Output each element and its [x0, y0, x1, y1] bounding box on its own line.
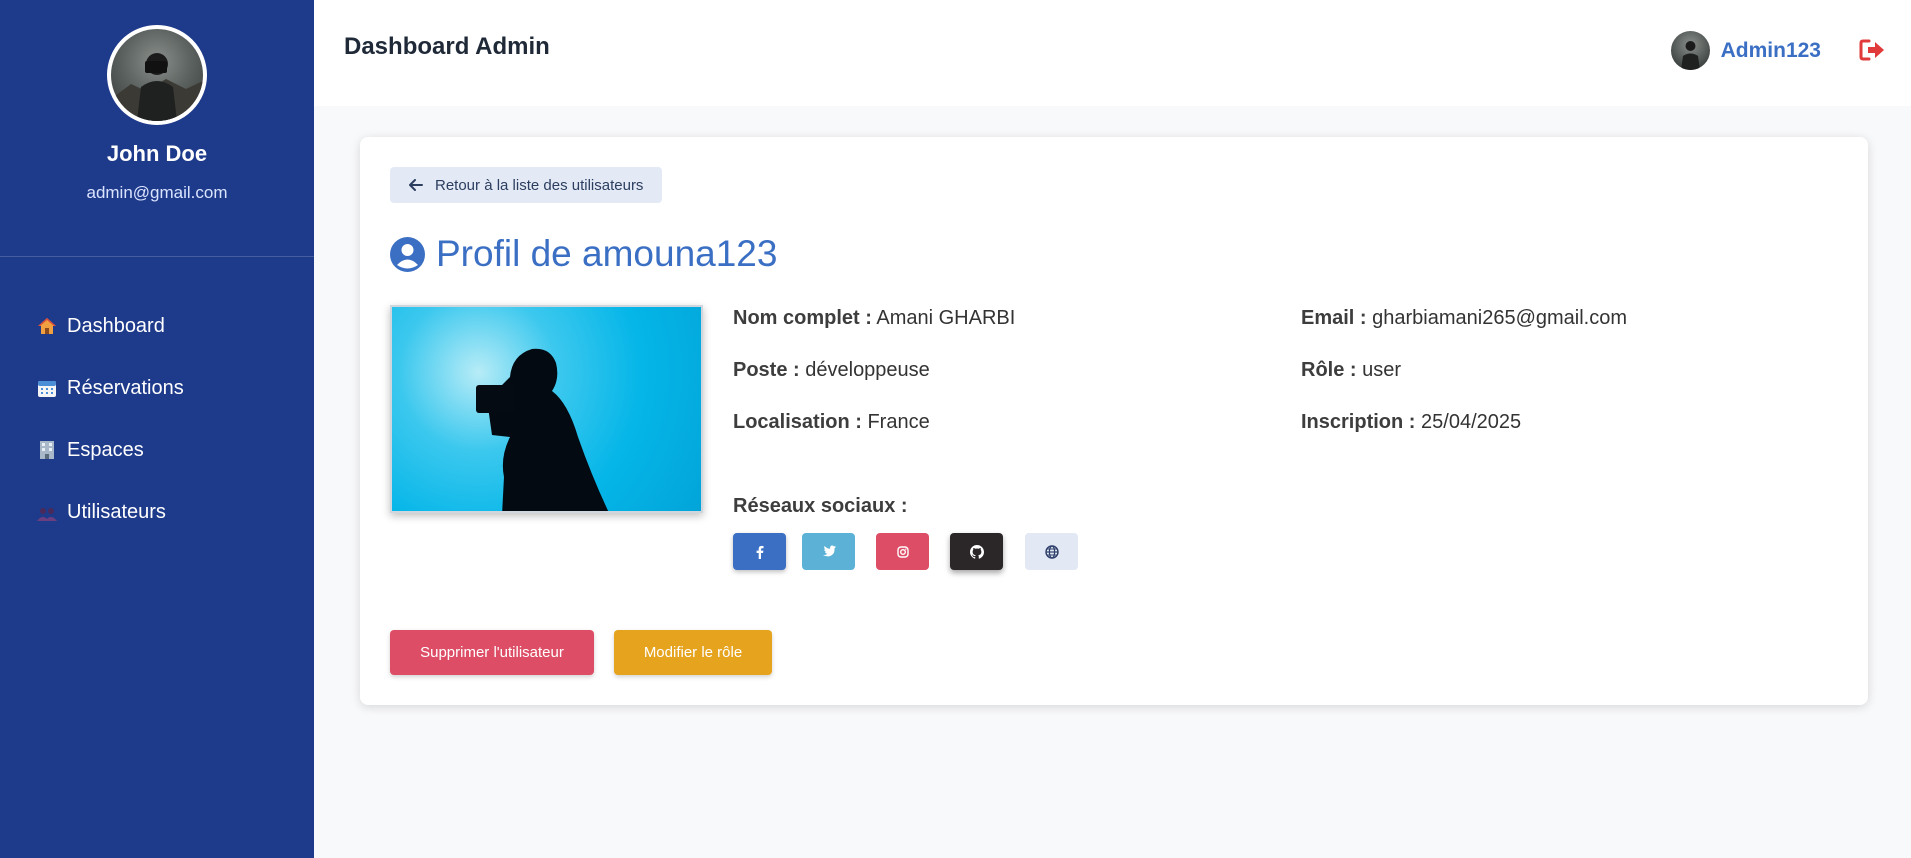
header-user[interactable]: Admin123: [1670, 31, 1821, 70]
sidebar-item-espaces[interactable]: Espaces: [0, 419, 314, 481]
instagram-icon: [896, 545, 909, 558]
users-icon: [37, 502, 57, 522]
page-title: Dashboard Admin: [344, 33, 550, 60]
sidebar-profile: John Doe admin@gmail.com: [0, 0, 314, 257]
back-to-users-button[interactable]: Retour à la liste des utilisateurs: [390, 167, 662, 203]
avatar: [107, 25, 207, 125]
field-label: Rôle :: [1301, 359, 1357, 381]
edit-role-button[interactable]: Modifier le rôle: [614, 630, 772, 675]
sidebar: John Doe admin@gmail.com Dashboard Réser…: [0, 0, 314, 858]
field-label: Localisation :: [733, 411, 862, 433]
profile-heading: Profil de amouna123: [390, 233, 777, 275]
field-registered: Inscription : 25/04/2025: [1301, 411, 1521, 434]
field-label: Poste :: [733, 359, 800, 381]
sidebar-item-label: Utilisateurs: [67, 500, 166, 523]
sidebar-item-label: Réservations: [67, 376, 184, 399]
user-circle-icon: [390, 236, 425, 272]
field-value: gharbiamani265@gmail.com: [1372, 307, 1628, 329]
arrow-left-icon: [409, 179, 423, 191]
website-button[interactable]: [1025, 533, 1078, 570]
profile-card: Retour à la liste des utilisateurs Profi…: [360, 137, 1868, 705]
profile-photo: [390, 305, 703, 513]
sign-out-icon[interactable]: [1859, 38, 1887, 62]
socials-label: Réseaux sociaux :: [733, 495, 908, 517]
field-value: France: [867, 411, 930, 433]
globe-icon: [1044, 544, 1059, 559]
header-username: Admin123: [1720, 38, 1821, 62]
sidebar-item-label: Dashboard: [67, 314, 165, 337]
sidebar-user-name: John Doe: [106, 141, 208, 166]
instagram-button[interactable]: [876, 533, 929, 570]
field-label: Inscription :: [1301, 411, 1416, 433]
sidebar-item-reservations[interactable]: Réservations: [0, 357, 314, 419]
sidebar-item-label: Espaces: [67, 438, 144, 461]
field-full-name: Nom complet : Amani GHARBI: [733, 307, 1015, 330]
field-position: Poste : développeuse: [733, 359, 930, 382]
back-button-label: Retour à la liste des utilisateurs: [435, 176, 644, 194]
twitter-button[interactable]: [802, 533, 855, 570]
field-value: développeuse: [805, 359, 930, 381]
sidebar-nav: Dashboard Réservations Espaces Utilisate…: [0, 257, 314, 543]
github-icon: [969, 544, 984, 559]
house-icon: [37, 316, 57, 336]
facebook-icon: [756, 545, 763, 559]
twitter-icon: [822, 545, 836, 557]
github-button[interactable]: [950, 533, 1003, 570]
field-role: Rôle : user: [1301, 359, 1401, 382]
field-location: Localisation : France: [733, 411, 930, 434]
sidebar-item-dashboard[interactable]: Dashboard: [0, 295, 314, 357]
sidebar-user-email: admin@gmail.com: [86, 183, 228, 202]
field-value: 25/04/2025: [1421, 411, 1522, 433]
building-icon: [37, 440, 57, 460]
delete-user-button[interactable]: Supprimer l'utilisateur: [390, 630, 594, 675]
avatar: [1670, 31, 1710, 70]
profile-title-text: Profil de amouna123: [436, 233, 778, 274]
field-label: Nom complet :: [733, 307, 872, 329]
field-label: Email :: [1301, 307, 1367, 329]
field-email: Email : gharbiamani265@gmail.com: [1301, 307, 1627, 330]
facebook-button[interactable]: [733, 533, 786, 570]
calendar-icon: [37, 378, 57, 398]
field-value: Amani GHARBI: [876, 307, 1016, 329]
top-header: Dashboard Admin Admin123: [314, 0, 1911, 106]
field-value: user: [1362, 359, 1402, 381]
sidebar-item-utilisateurs[interactable]: Utilisateurs: [0, 481, 314, 543]
